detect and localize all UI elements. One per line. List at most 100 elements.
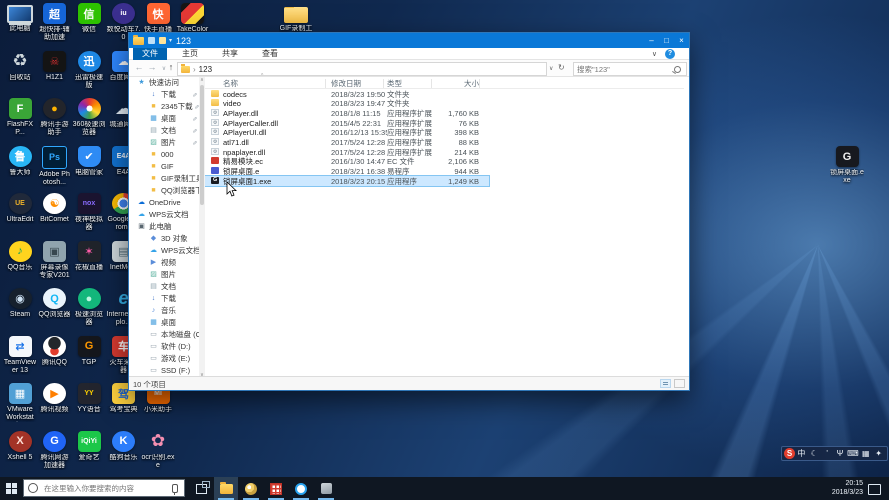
column-divider[interactable] <box>325 79 326 88</box>
desktop-icon[interactable]: 此电脑 <box>3 3 37 33</box>
file-explorer-button[interactable] <box>214 477 238 500</box>
desktop-icon[interactable]: ✿ocr识别.exe <box>141 431 175 470</box>
help-icon[interactable]: ? <box>665 49 675 59</box>
column-header-size[interactable]: 大小 <box>435 78 479 89</box>
scrollbar-thumb[interactable] <box>200 85 204 205</box>
maximize-button[interactable]: □ <box>659 33 674 48</box>
sidebar-item[interactable]: ▤文档✎ <box>129 125 199 137</box>
ime-keyboard-button[interactable]: ⌨ <box>846 447 859 460</box>
sidebar-item[interactable]: ▨图片 <box>129 269 199 281</box>
file-row[interactable]: 锁屏桌面1.exe2018/3/23 20:15应用程序1,249 KB <box>205 176 489 186</box>
address-bar[interactable]: › 123 <box>177 62 547 76</box>
desktop-icon[interactable]: ▶腾讯视频 <box>38 383 72 414</box>
tab-查看[interactable]: 查看 <box>253 48 287 60</box>
desktop-icon[interactable]: ▣屏幕录像专家V2014 <box>38 241 72 280</box>
microphone-icon[interactable] <box>172 484 178 493</box>
sidebar-item[interactable]: ■2345下载✎ <box>129 101 199 113</box>
column-divider[interactable] <box>479 79 480 88</box>
sidebar-item[interactable]: ▦桌面✎ <box>129 113 199 125</box>
qat-new-folder-button[interactable] <box>159 37 166 44</box>
desktop-icon[interactable]: iQiYi爱奇艺 <box>72 431 106 462</box>
pinned-app-bird-button[interactable] <box>239 477 263 500</box>
sidebar-item[interactable]: ↓下载 <box>129 293 199 305</box>
desktop-icon[interactable]: K酷狗音乐 <box>107 431 141 462</box>
file-row[interactable]: 精易模块.ec2016/1/30 14:47EC 文件2,106 KB <box>205 157 489 167</box>
sidebar-item[interactable]: ■GIF录制工具 <box>129 173 199 185</box>
sidebar-item[interactable]: ■GIF <box>129 161 199 173</box>
desktop-icon[interactable]: 信微信 <box>72 3 106 34</box>
file-row[interactable]: APlayerUI.dll2016/12/13 15:35应用程序扩展398 K… <box>205 128 489 138</box>
desktop-icon[interactable]: FFlashFXP... <box>3 98 37 137</box>
up-button[interactable]: ↑ <box>165 62 177 72</box>
file-row[interactable]: atl71.dll2017/5/24 12:28应用程序扩展88 KB <box>205 138 489 148</box>
pinned-app-qq-browser-button[interactable] <box>289 477 313 500</box>
ime-symbols-button[interactable]: ▦ <box>859 447 872 460</box>
file-row[interactable]: video2018/3/23 19:47文件夹 <box>205 99 489 109</box>
column-header-date[interactable]: 修改日期 <box>331 78 361 89</box>
desktop-icon[interactable]: GTGP <box>72 336 106 367</box>
desktop-icon[interactable]: 迅迅雷极速版 <box>72 51 106 90</box>
desktop-icon[interactable]: G锁屏桌面.exe <box>830 146 864 185</box>
column-header-type[interactable]: 类型 <box>387 78 402 89</box>
task-view-button[interactable] <box>189 477 213 500</box>
minimize-button[interactable]: – <box>644 33 659 48</box>
desktop-icon[interactable]: TakeColor <box>176 3 210 34</box>
desktop-icon[interactable]: XXshell 5 <box>3 431 37 462</box>
sidebar-item[interactable]: ▤文档 <box>129 281 199 293</box>
sidebar-item[interactable]: ☁WPS云文档 <box>129 209 199 221</box>
breadcrumb[interactable]: 123 <box>199 65 212 74</box>
desktop-icon[interactable]: YYYY语音 <box>72 383 106 414</box>
pinned-app-grey-button[interactable] <box>314 477 338 500</box>
sidebar-item[interactable]: ☁OneDrive <box>129 197 199 209</box>
sidebar-item[interactable]: ▦桌面 <box>129 317 199 329</box>
file-row[interactable]: codecs2018/3/23 19:50文件夹 <box>205 89 489 99</box>
tab-共享[interactable]: 共享 <box>213 48 247 60</box>
sidebar-item[interactable]: ★快速访问 <box>129 77 199 89</box>
file-row[interactable]: APlayerCaller.dll2015/4/5 22:31应用程序扩展76 … <box>205 118 489 128</box>
tab-主页[interactable]: 主页 <box>173 48 207 60</box>
taskbar-search-input[interactable] <box>42 483 170 494</box>
sidebar-item[interactable]: ↓下载✎ <box>129 89 199 101</box>
sidebar-item[interactable]: ♪音乐 <box>129 305 199 317</box>
desktop-icon[interactable]: ☯BitComet <box>38 193 72 224</box>
desktop-icon[interactable]: ●腾讯手游助手 <box>38 98 72 137</box>
sidebar-item[interactable]: ■QQ浏览器下载 <box>129 185 199 197</box>
ime-fullhalf-button[interactable]: ☾ <box>808 447 821 460</box>
desktop-icon[interactable]: ▦VMware Workstati... <box>3 383 37 422</box>
tab-文件[interactable]: 文件 <box>133 48 167 60</box>
qat-customize-chevron-icon[interactable]: ▾ <box>169 37 172 44</box>
sidebar-item[interactable]: ☁WPS云文档 <box>129 245 199 257</box>
forward-button[interactable]: → <box>146 62 158 72</box>
sogou-logo-icon[interactable]: S <box>784 448 795 459</box>
taskbar-clock[interactable]: 20:15 2018/3/23 <box>823 480 863 497</box>
desktop-icon[interactable]: ◉Steam <box>3 288 37 319</box>
sidebar-item[interactable]: ▨图片✎ <box>129 137 199 149</box>
action-center-icon[interactable] <box>868 484 881 495</box>
sidebar-item[interactable]: ■000 <box>129 149 199 161</box>
ribbon-expand-icon[interactable]: ∨ <box>652 50 657 58</box>
column-header-name[interactable]: 名称 <box>223 78 238 89</box>
address-dropdown-icon[interactable]: ∨ <box>549 65 553 72</box>
ime-toolbox-button[interactable]: ✦ <box>872 447 885 460</box>
file-row[interactable]: 锁屏桌面.e2018/3/21 16:38易程序944 KB <box>205 167 489 177</box>
ime-mic-button[interactable]: Ψ <box>834 447 847 460</box>
file-row[interactable]: APlayer.dll2018/1/8 11:15应用程序扩展1,760 KB <box>205 108 489 118</box>
desktop-icon[interactable]: 腾讯QQ <box>38 336 72 367</box>
column-divider[interactable] <box>383 79 384 88</box>
back-button[interactable]: ← <box>133 62 145 72</box>
desktop-icon[interactable]: ♪QQ音乐 <box>3 241 37 272</box>
sidebar-item[interactable]: ▣此电脑 <box>129 221 199 233</box>
desktop-icon[interactable]: ☠H1Z1 <box>38 51 72 82</box>
desktop-icon[interactable]: 鲁鲁大师 <box>3 146 37 177</box>
desktop-icon[interactable]: QQQ浏览器 <box>38 288 72 319</box>
search-input[interactable] <box>574 65 674 74</box>
desktop-icon[interactable]: PsAdobe Photosh... <box>38 146 72 187</box>
start-button[interactable] <box>0 477 23 500</box>
desktop-icon[interactable]: UEUltraEdit <box>3 193 37 224</box>
desktop-icon[interactable]: ●极速浏览器 <box>72 288 106 327</box>
desktop-icon[interactable]: nox夜神模拟器 <box>72 193 106 232</box>
sidebar-item[interactable]: ▶视频 <box>129 257 199 269</box>
desktop-icon[interactable]: ✶花椒直播 <box>72 241 106 272</box>
sidebar-item[interactable]: ▭游戏 (E:) <box>129 353 199 365</box>
column-divider[interactable] <box>431 79 432 88</box>
